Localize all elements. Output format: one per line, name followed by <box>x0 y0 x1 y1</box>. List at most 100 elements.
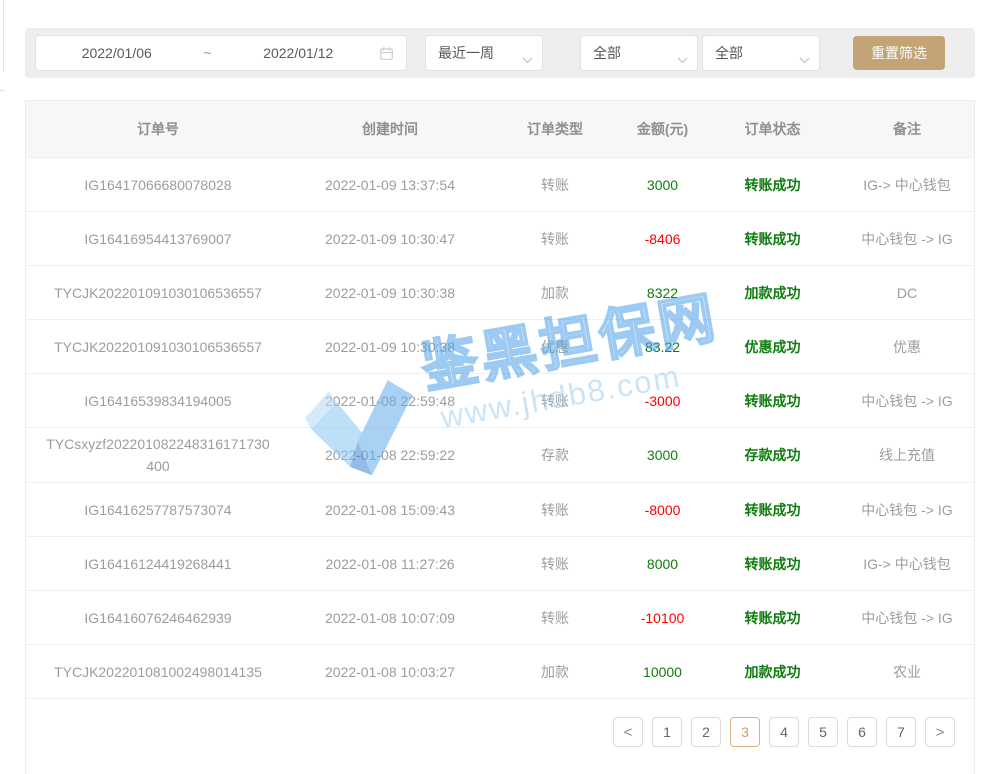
chevron-down-icon <box>677 51 688 67</box>
pagination-page-1[interactable]: 1 <box>652 717 682 747</box>
table-row: TYCJK2022010810024980141352022-01-08 10:… <box>26 645 974 699</box>
remark-cell: 中心钱包 -> IG <box>840 483 974 536</box>
amount-cell: 10000 <box>620 645 705 698</box>
pagination-page-5[interactable]: 5 <box>808 717 838 747</box>
remark-cell: 中心钱包 -> IG <box>840 591 974 644</box>
order-status-select[interactable]: 全部 <box>702 35 820 71</box>
pagination-page-3[interactable]: 3 <box>730 717 760 747</box>
reset-filters-button[interactable]: 重置筛选 <box>853 36 945 70</box>
created-time-cell: 2022-01-08 11:27:26 <box>290 537 490 590</box>
remark-cell: 中心钱包 -> IG <box>840 374 974 427</box>
created-time-cell: 2022-01-09 10:30:47 <box>290 212 490 265</box>
order-status-cell: 转账成功 <box>705 483 840 536</box>
table-header-row: 订单号 创建时间 订单类型 金额(元) 订单状态 备注 <box>26 101 974 158</box>
created-time-cell: 2022-01-09 13:37:54 <box>290 158 490 211</box>
created-time-cell: 2022-01-08 22:59:22 <box>290 428 490 482</box>
created-time-cell: 2022-01-08 15:09:43 <box>290 483 490 536</box>
order-type-cell: 转账 <box>490 212 620 265</box>
created-time-cell: 2022-01-08 22:59:48 <box>290 374 490 427</box>
remark-cell: IG-> 中心钱包 <box>840 537 974 590</box>
order-status-cell: 转账成功 <box>705 212 840 265</box>
pagination-page-6[interactable]: 6 <box>847 717 877 747</box>
created-time-cell: 2022-01-08 10:03:27 <box>290 645 490 698</box>
column-header-type: 订单类型 <box>490 101 620 157</box>
orders-table-card: 订单号 创建时间 订单类型 金额(元) 订单状态 备注 IG1641706668… <box>25 100 975 774</box>
order-type-cell: 存款 <box>490 428 620 482</box>
amount-cell: -10100 <box>620 591 705 644</box>
order-type-cell: 转账 <box>490 591 620 644</box>
date-range-separator: ~ <box>198 45 218 61</box>
order-number-cell: IG16416124419268441 <box>26 537 290 590</box>
remark-cell: 农业 <box>840 645 974 698</box>
table-body: IG164170666800780282022-01-09 13:37:54转账… <box>26 158 974 699</box>
date-range-picker[interactable]: 2022/01/06 ~ 2022/01/12 <box>35 35 407 71</box>
table-row: IG164160762464629392022-01-08 10:07:09转账… <box>26 591 974 645</box>
table-row: IG164170666800780282022-01-09 13:37:54 转账… <box>26 158 974 212</box>
amount-cell: 8322 <box>620 266 705 319</box>
order-status-value: 全部 <box>703 43 743 63</box>
order-number-cell: TYCJK202201091030106536557 <box>26 320 290 373</box>
created-time-cell: 2022-01-08 10:07:09 <box>290 591 490 644</box>
order-type-value: 全部 <box>581 43 621 63</box>
order-number-cell: IG16416539834194005 <box>26 374 290 427</box>
order-number-cell: IG16416257787573074 <box>26 483 290 536</box>
order-number-cell: IG16417066680078028 <box>26 158 290 211</box>
remark-cell: DC <box>840 266 974 319</box>
calendar-icon <box>379 46 394 61</box>
remark-cell: 优惠 <box>840 320 974 373</box>
order-type-select[interactable]: 全部 <box>580 35 698 71</box>
order-status-cell: 转账成功 <box>705 158 840 211</box>
pagination-page-7[interactable]: 7 <box>886 717 916 747</box>
date-preset-select[interactable]: 最近一周 <box>425 35 543 71</box>
remark-cell: 中心钱包 -> IG <box>840 212 974 265</box>
order-type-cell: 转账 <box>490 374 620 427</box>
order-type-cell: 加款 <box>490 266 620 319</box>
order-status-cell: 加款成功 <box>705 645 840 698</box>
order-status-cell: 转账成功 <box>705 374 840 427</box>
order-number-cell: IG16416076246462939 <box>26 591 290 644</box>
order-type-cell: 转账 <box>490 483 620 536</box>
created-time-cell: 2022-01-09 10:30:38 <box>290 320 490 373</box>
column-header-created: 创建时间 <box>290 101 490 157</box>
pagination-next-button[interactable]: > <box>925 717 955 747</box>
remark-cell: 线上充值 <box>840 428 974 482</box>
column-header-remark: 备注 <box>840 101 974 157</box>
amount-cell: 3000 <box>620 428 705 482</box>
order-number-cell: TYCJK202201091030106536557 <box>26 266 290 319</box>
order-status-cell: 优惠成功 <box>705 320 840 373</box>
order-type-cell: 加款 <box>490 645 620 698</box>
order-type-cell: 转账 <box>490 537 620 590</box>
order-status-cell: 转账成功 <box>705 591 840 644</box>
filter-bar: 2022/01/06 ~ 2022/01/12 最近一周 全部 全 <box>25 28 975 78</box>
pagination-page-4[interactable]: 4 <box>769 717 799 747</box>
table-row: TYCJK2022010910301065365572022-01-09 10:… <box>26 266 974 320</box>
table-row: IG164162577875730742022-01-08 15:09:43转账… <box>26 483 974 537</box>
amount-cell: -8406 <box>620 212 705 265</box>
start-date-value[interactable]: 2022/01/06 <box>36 45 198 61</box>
order-number-cell: TYCJK202201081002498014135 <box>26 645 290 698</box>
column-header-status: 订单状态 <box>705 101 840 157</box>
pagination: <1234567 > <box>26 717 974 747</box>
table-row: TYCsxyzf2022010822483161717304002022-01-… <box>26 428 974 483</box>
amount-cell: 3000 <box>620 158 705 211</box>
pagination-prev-button[interactable]: < <box>613 717 643 747</box>
table-row: TYCJK2022010910301065365572022-01-09 10:… <box>26 320 974 374</box>
amount-cell: -8000 <box>620 483 705 536</box>
chevron-down-icon <box>799 51 810 67</box>
pagination-page-2[interactable]: 2 <box>691 717 721 747</box>
amount-cell: 83.22 <box>620 320 705 373</box>
table-row: IG164161244192684412022-01-08 11:27:26转账… <box>26 537 974 591</box>
order-type-cell: 优惠 <box>490 320 620 373</box>
table-row: IG164169544137690072022-01-09 10:30:47转账… <box>26 212 974 266</box>
amount-cell: 8000 <box>620 537 705 590</box>
created-time-cell: 2022-01-09 10:30:38 <box>290 266 490 319</box>
order-status-cell: 转账成功 <box>705 537 840 590</box>
chevron-down-icon <box>522 51 533 67</box>
date-preset-value: 最近一周 <box>426 43 494 63</box>
amount-cell: -3000 <box>620 374 705 427</box>
remark-cell: IG-> 中心钱包 <box>840 158 974 211</box>
end-date-value[interactable]: 2022/01/12 <box>218 45 380 61</box>
table-row: IG164165398341940052022-01-08 22:59:48转账… <box>26 374 974 428</box>
column-header-order-no: 订单号 <box>26 101 290 157</box>
order-number-cell: TYCsxyzf202201082248316171730400 <box>26 428 290 482</box>
